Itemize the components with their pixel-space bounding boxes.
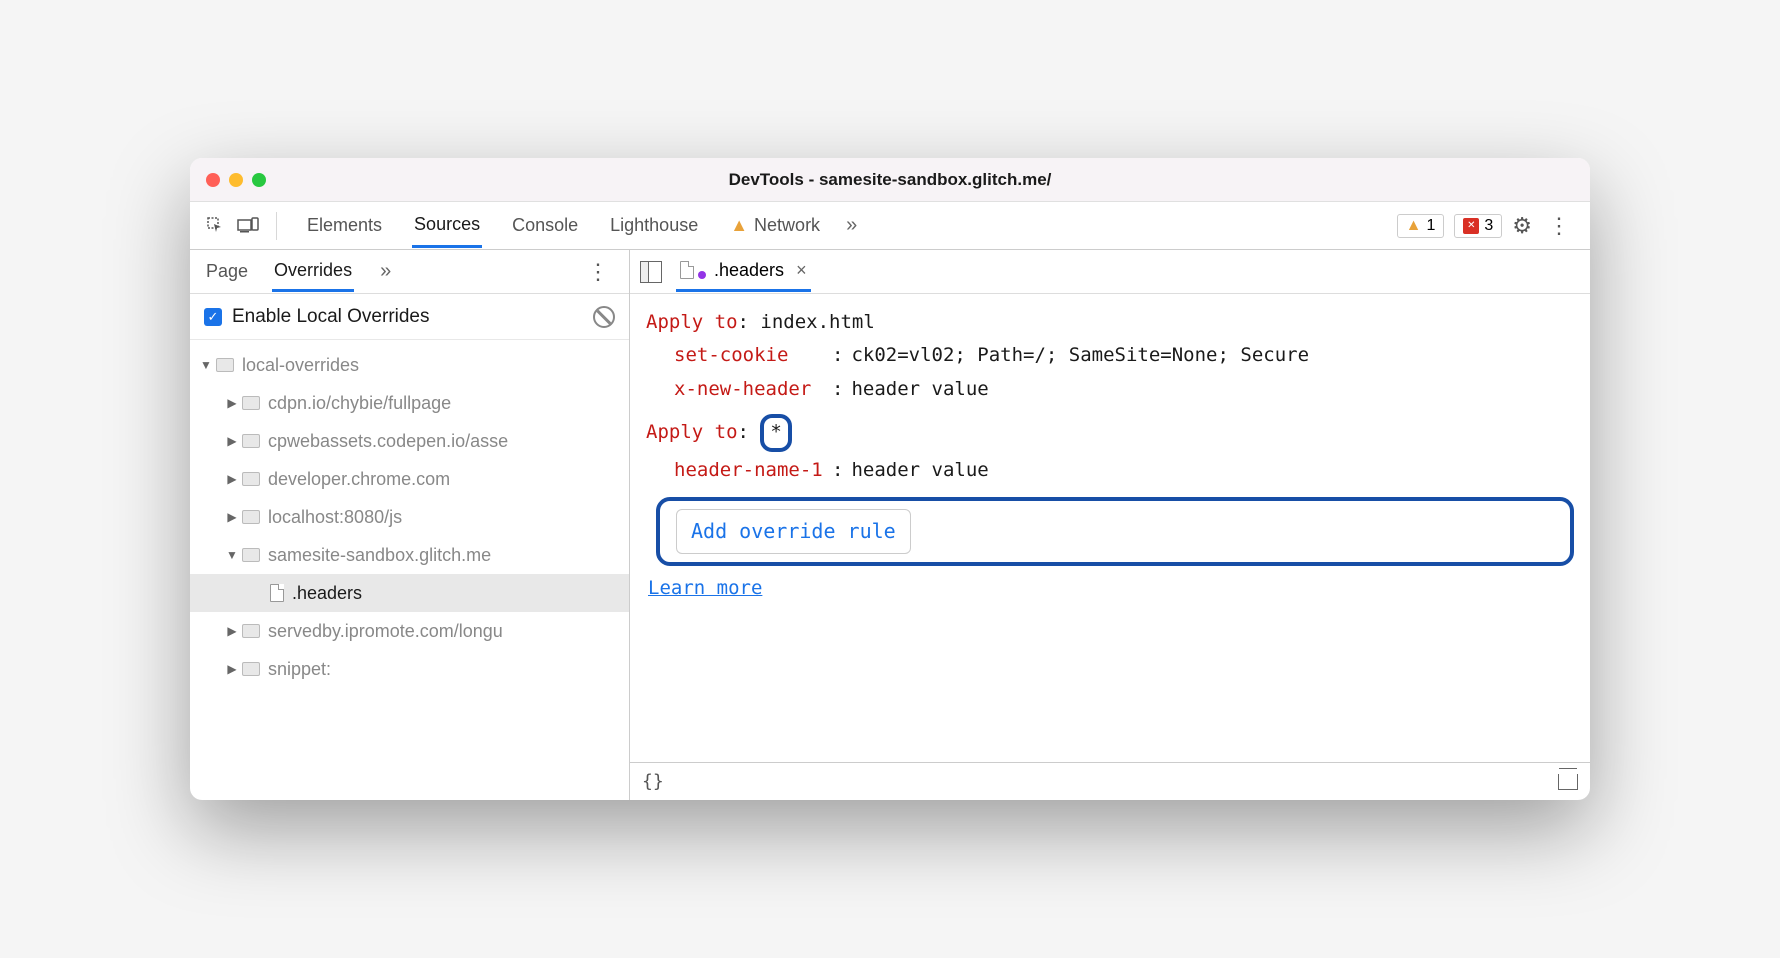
clear-icon[interactable] <box>593 306 615 328</box>
inspect-icon[interactable] <box>204 214 228 238</box>
close-tab-icon[interactable]: × <box>796 260 807 281</box>
highlight-wildcard: * <box>760 414 791 451</box>
file-tree: ▼local-overrides ▶cdpn.io/chybie/fullpag… <box>190 340 629 800</box>
file-icon <box>680 261 694 279</box>
tree-folder[interactable]: ▶servedby.ipromote.com/longu <box>190 612 629 650</box>
toggle-sidebar-icon[interactable] <box>640 261 662 283</box>
header-value: header value <box>851 456 1574 485</box>
error-icon: ✕ <box>1463 218 1479 234</box>
more-subtabs-icon[interactable]: » <box>376 260 395 283</box>
titlebar: DevTools - samesite-sandbox.glitch.me/ <box>190 158 1590 202</box>
header-name: x-new-header <box>674 375 824 404</box>
file-tab-headers[interactable]: .headers × <box>676 252 811 292</box>
braces-icon[interactable]: {} <box>642 771 664 792</box>
tree-folder[interactable]: ▶localhost:8080/js <box>190 498 629 536</box>
menu-icon[interactable]: ⋮ <box>1542 213 1576 239</box>
enable-overrides-label: Enable Local Overrides <box>232 306 430 328</box>
warning-icon: ▲ <box>1406 217 1422 235</box>
close-dot[interactable] <box>206 173 220 187</box>
sidebar-menu-icon[interactable]: ⋮ <box>581 259 615 285</box>
main-toolbar: Elements Sources Console Lighthouse ▲Net… <box>190 202 1590 250</box>
header-value: header value <box>851 375 1574 404</box>
header-name: set-cookie <box>674 341 824 370</box>
add-override-rule-button[interactable]: Add override rule <box>656 497 1574 566</box>
tree-folder[interactable]: ▶developer.chrome.com <box>190 460 629 498</box>
errors-badge[interactable]: ✕3 <box>1454 214 1502 238</box>
editor-content[interactable]: Apply to: index.html set-cookie:ck02=vl0… <box>630 294 1590 762</box>
tree-folder[interactable]: ▶snippet: <box>190 650 629 688</box>
warning-icon: ▲ <box>730 215 748 236</box>
tab-sources[interactable]: Sources <box>412 204 482 248</box>
sidebar: Page Overrides » ⋮ ✓ Enable Local Overri… <box>190 250 630 800</box>
header-value: ck02=vl02; Path=/; SameSite=None; Secure <box>851 341 1574 370</box>
main-panel: .headers × Apply to: index.html set-cook… <box>630 250 1590 800</box>
file-icon <box>270 584 284 602</box>
tab-elements[interactable]: Elements <box>305 204 384 248</box>
tab-lighthouse[interactable]: Lighthouse <box>608 204 700 248</box>
settings-icon[interactable]: ⚙ <box>1512 213 1532 239</box>
tree-folder[interactable]: ▶cpwebassets.codepen.io/asse <box>190 422 629 460</box>
learn-more-link[interactable]: Learn more <box>648 577 762 599</box>
tree-folder-root[interactable]: ▼local-overrides <box>190 346 629 384</box>
tab-network[interactable]: ▲Network <box>728 204 822 248</box>
device-icon[interactable] <box>236 214 260 238</box>
enable-overrides-checkbox[interactable]: ✓ <box>204 308 222 326</box>
subtab-overrides[interactable]: Overrides <box>272 252 354 292</box>
window-title: DevTools - samesite-sandbox.glitch.me/ <box>190 170 1590 190</box>
editor-footer: {} <box>630 762 1590 800</box>
minimize-dot[interactable] <box>229 173 243 187</box>
tree-folder[interactable]: ▶cdpn.io/chybie/fullpage <box>190 384 629 422</box>
drawer-icon[interactable] <box>1558 774 1578 790</box>
modified-dot-icon <box>698 271 706 279</box>
subtab-page[interactable]: Page <box>204 253 250 290</box>
more-tabs-icon[interactable]: » <box>842 214 861 237</box>
tab-console[interactable]: Console <box>510 204 580 248</box>
header-name: header-name-1 <box>674 456 824 485</box>
tree-file-headers[interactable]: .headers <box>190 574 629 612</box>
devtools-window: DevTools - samesite-sandbox.glitch.me/ E… <box>190 158 1590 800</box>
zoom-dot[interactable] <box>252 173 266 187</box>
warnings-badge[interactable]: ▲1 <box>1397 214 1445 238</box>
tree-folder[interactable]: ▼samesite-sandbox.glitch.me <box>190 536 629 574</box>
